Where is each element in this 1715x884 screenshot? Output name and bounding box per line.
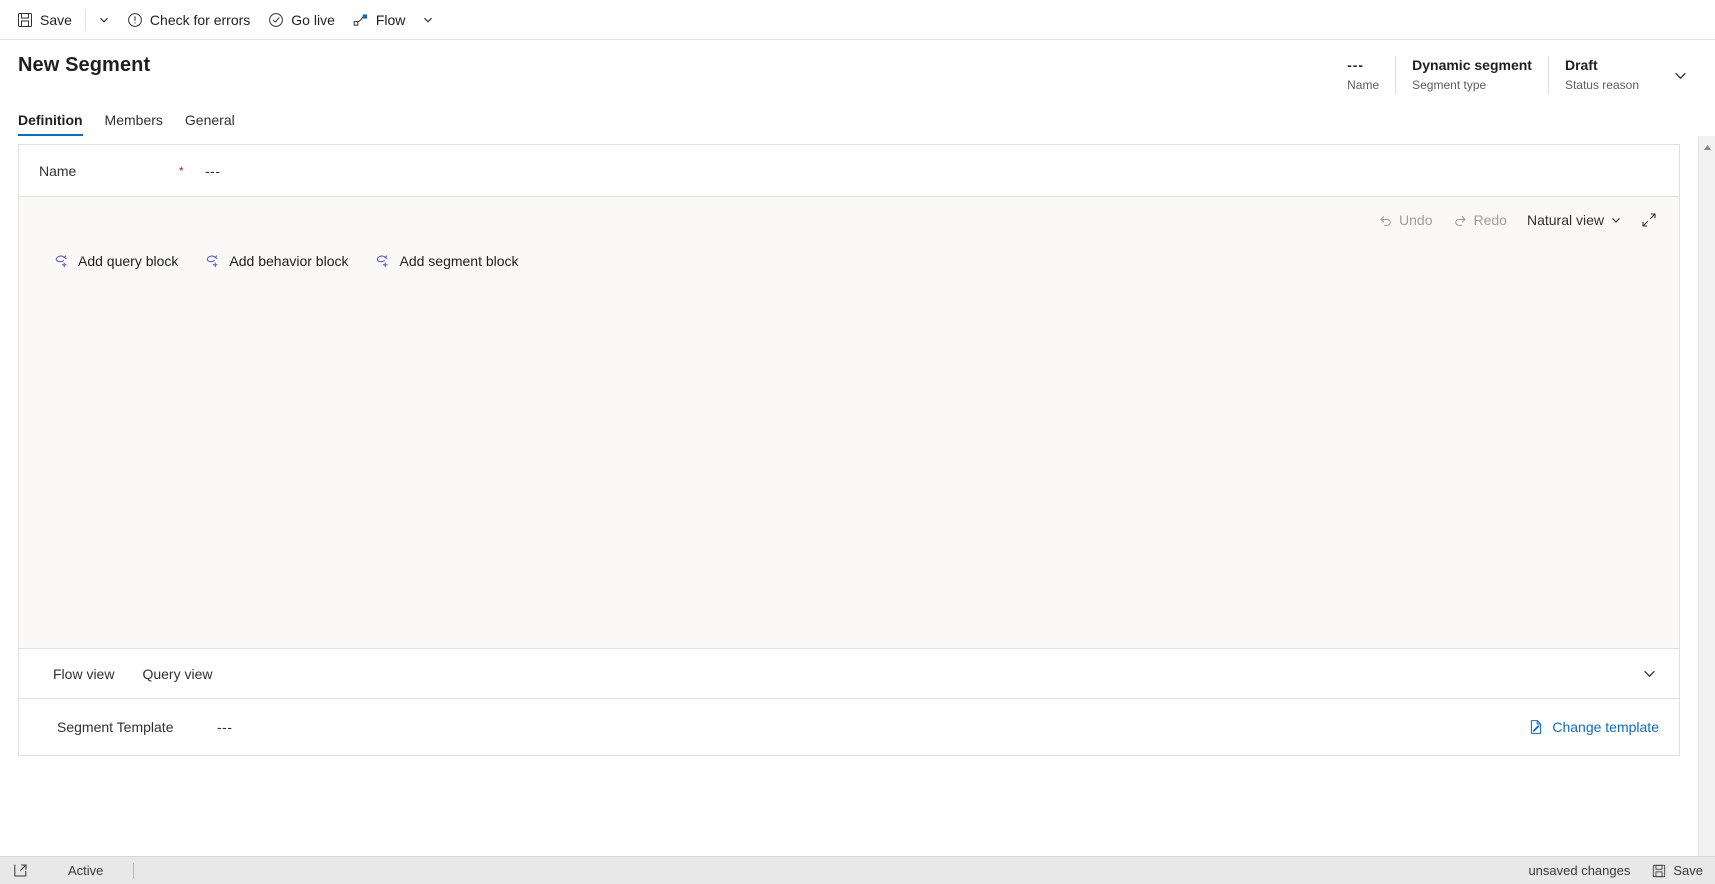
toolbar-divider — [84, 8, 86, 31]
redo-icon — [1453, 213, 1468, 228]
status-state: Active — [68, 863, 104, 878]
add-query-block-label: Add query block — [78, 253, 179, 269]
edit-document-icon — [1528, 719, 1544, 735]
chevron-down-icon — [1641, 665, 1658, 682]
query-view-tab[interactable]: Query view — [142, 666, 212, 682]
unsaved-changes-text: unsaved changes — [1528, 863, 1631, 878]
command-bar: Save Check for errors Go live Flow — [0, 0, 1715, 40]
go-live-button[interactable]: Go live — [259, 1, 344, 39]
undo-label: Undo — [1399, 212, 1433, 228]
header-field-name: --- Name — [1331, 56, 1395, 94]
change-template-button[interactable]: Change template — [1522, 715, 1665, 739]
header-field-name-value: --- — [1347, 57, 1365, 73]
header-field-status-reason-label: Status reason — [1564, 78, 1639, 92]
add-block-row: Add query block Add behavior block Add s… — [19, 253, 1679, 269]
segment-template-row: Segment Template --- Change template — [19, 699, 1679, 755]
flow-icon — [353, 12, 369, 28]
view-mode-label: Natural view — [1526, 212, 1604, 228]
header-summary: --- Name Dynamic segment Segment type Dr… — [1331, 56, 1715, 94]
save-button[interactable]: Save — [8, 1, 81, 39]
chevron-down-icon — [422, 14, 434, 26]
tab-general[interactable]: General — [185, 112, 235, 136]
header-field-status-reason-value: Draft — [1564, 57, 1598, 73]
record-header: New Segment --- Name Dynamic segment Seg… — [0, 40, 1715, 94]
chevron-down-icon — [98, 14, 110, 26]
save-button-label: Save — [40, 11, 72, 28]
expand-canvas-button[interactable] — [1633, 204, 1665, 236]
page-title: New Segment — [18, 54, 151, 76]
undo-button[interactable]: Undo — [1369, 204, 1441, 236]
flow-options-caret[interactable] — [414, 1, 442, 39]
name-input[interactable]: --- — [205, 163, 221, 179]
redo-label: Redo — [1473, 212, 1507, 228]
popout-icon[interactable] — [8, 863, 32, 878]
save-options-caret[interactable] — [90, 1, 118, 39]
required-indicator: * — [179, 163, 184, 178]
chevron-down-icon — [1610, 214, 1622, 226]
header-field-segment-type-label: Segment type — [1412, 78, 1487, 92]
tab-members-label: Members — [104, 112, 163, 128]
save-icon — [17, 12, 33, 28]
view-mode-bar: Flow view Query view — [19, 649, 1679, 699]
check-circle-icon — [268, 12, 284, 28]
header-field-status-reason: Draft Status reason — [1547, 56, 1655, 94]
header-field-segment-type: Dynamic segment Segment type — [1395, 56, 1548, 94]
check-for-errors-button[interactable]: Check for errors — [118, 1, 259, 39]
name-field-row: Name * --- — [19, 145, 1679, 197]
chevron-down-icon — [1672, 67, 1689, 84]
check-for-errors-label: Check for errors — [149, 11, 251, 28]
query-view-label: Query view — [142, 665, 213, 682]
flow-view-label: Flow view — [53, 665, 115, 682]
header-collapse-button[interactable] — [1661, 56, 1699, 94]
redo-button[interactable]: Redo — [1444, 204, 1516, 236]
view-section-collapse-button[interactable] — [1633, 658, 1665, 690]
canvas-toolbar: Undo Redo Natural view — [19, 197, 1679, 243]
add-query-block-button[interactable]: Add query block — [53, 253, 178, 269]
name-field-label: Name — [39, 162, 77, 179]
change-template-label: Change template — [1552, 719, 1659, 735]
flow-button[interactable]: Flow — [344, 1, 415, 39]
flow-view-tab[interactable]: Flow view — [53, 666, 114, 682]
status-save-button[interactable]: Save — [1652, 863, 1703, 878]
add-block-icon — [204, 254, 220, 268]
tab-members[interactable]: Members — [105, 112, 163, 136]
tab-bar: Definition Members General — [0, 94, 1715, 136]
header-field-segment-type-value: Dynamic segment — [1412, 57, 1532, 73]
segment-template-label: Segment Template — [57, 719, 174, 735]
segment-template-value: --- — [217, 719, 233, 735]
segment-canvas[interactable]: Undo Redo Natural view Add query block A… — [19, 197, 1679, 649]
go-live-label: Go live — [291, 11, 335, 28]
status-bar: Active unsaved changes Save — [0, 856, 1715, 884]
status-divider — [133, 862, 135, 879]
definition-content: Name * --- Undo Redo Natural view Add qu… — [0, 136, 1698, 878]
add-block-icon — [53, 254, 69, 268]
status-save-label: Save — [1673, 863, 1703, 878]
body-area: Name * --- Undo Redo Natural view Add qu… — [0, 136, 1715, 878]
view-mode-selector[interactable]: Natural view — [1518, 204, 1631, 236]
scroll-up-arrow[interactable] — [1699, 139, 1715, 156]
tab-definition-label: Definition — [18, 112, 83, 128]
add-segment-block-label: Add segment block — [399, 253, 519, 269]
add-behavior-block-label: Add behavior block — [229, 253, 349, 269]
add-behavior-block-button[interactable]: Add behavior block — [204, 253, 348, 269]
add-block-icon — [374, 254, 390, 268]
tab-general-label: General — [184, 112, 235, 128]
save-icon — [1652, 864, 1666, 878]
tab-definition[interactable]: Definition — [18, 112, 83, 136]
add-segment-block-button[interactable]: Add segment block — [374, 253, 519, 269]
flow-label: Flow — [375, 11, 406, 28]
header-field-name-label: Name — [1347, 78, 1380, 92]
undo-icon — [1378, 213, 1393, 228]
page-scrollbar[interactable] — [1698, 136, 1715, 878]
expand-arrows-icon — [1641, 212, 1657, 228]
exclamation-circle-icon — [127, 12, 143, 28]
definition-card: Name * --- Undo Redo Natural view Add qu… — [18, 144, 1680, 756]
